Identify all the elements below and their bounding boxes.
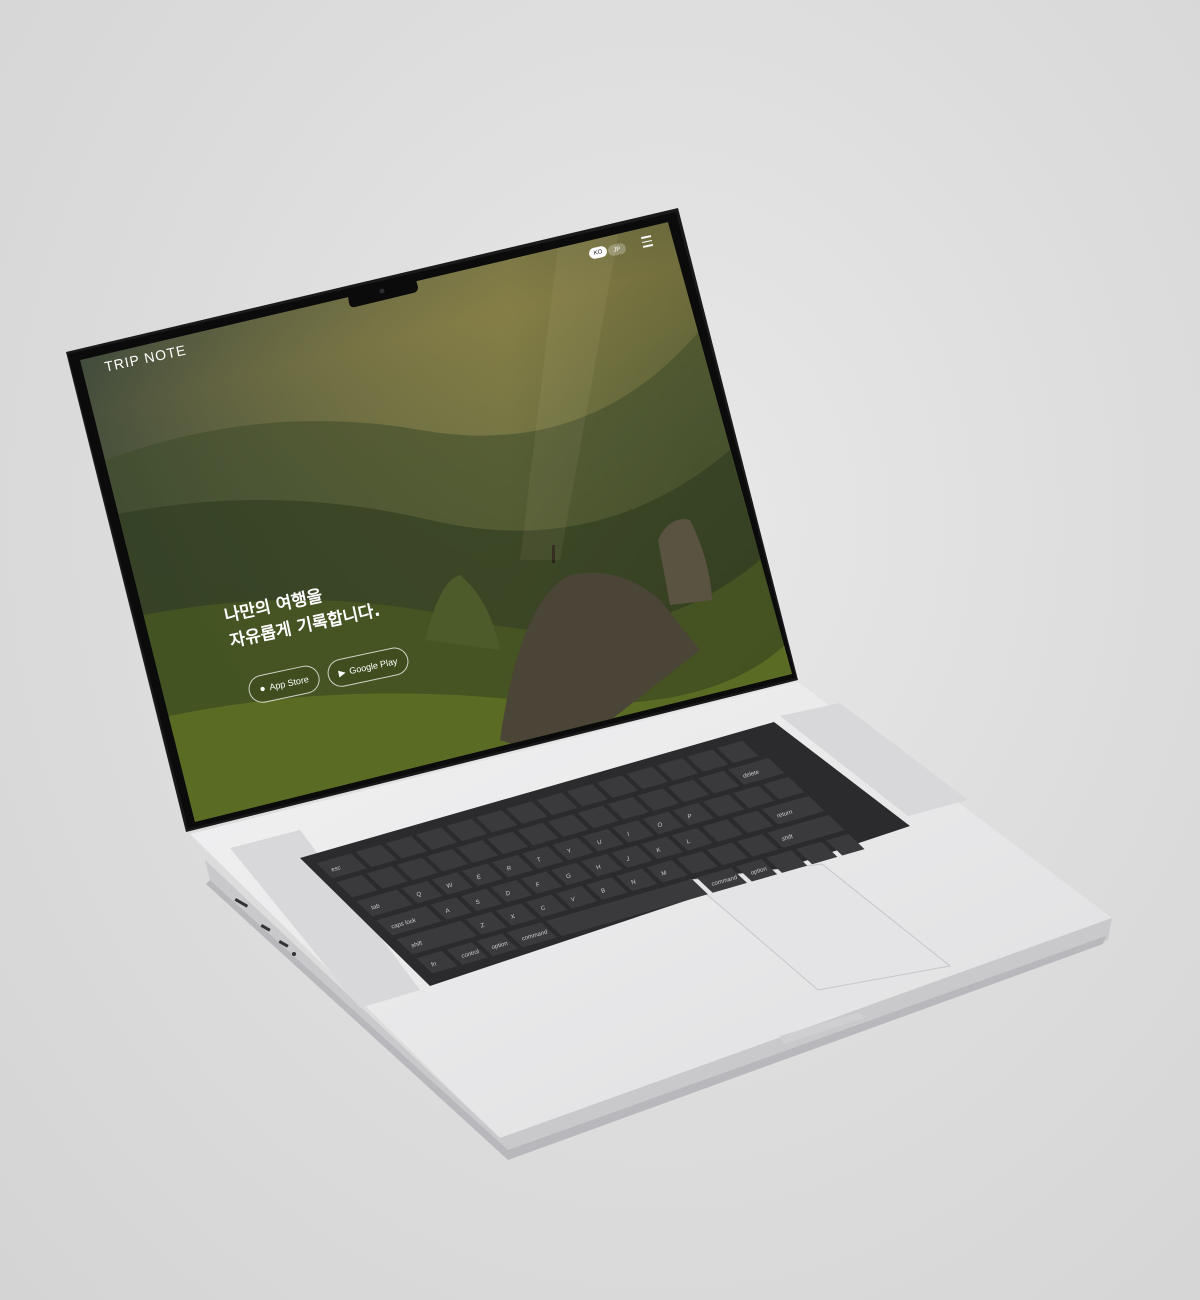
google-play-label: Google Play — [348, 656, 399, 677]
menu-icon[interactable] — [641, 235, 653, 248]
play-icon: ▶ — [337, 666, 347, 678]
apple-icon: ● — [258, 682, 267, 695]
laptop-mockup: escdeletetabQWERTYUIOPcaps lockASDFGHJKL… — [66, 208, 1112, 1160]
app-store-label: App Store — [268, 674, 310, 693]
